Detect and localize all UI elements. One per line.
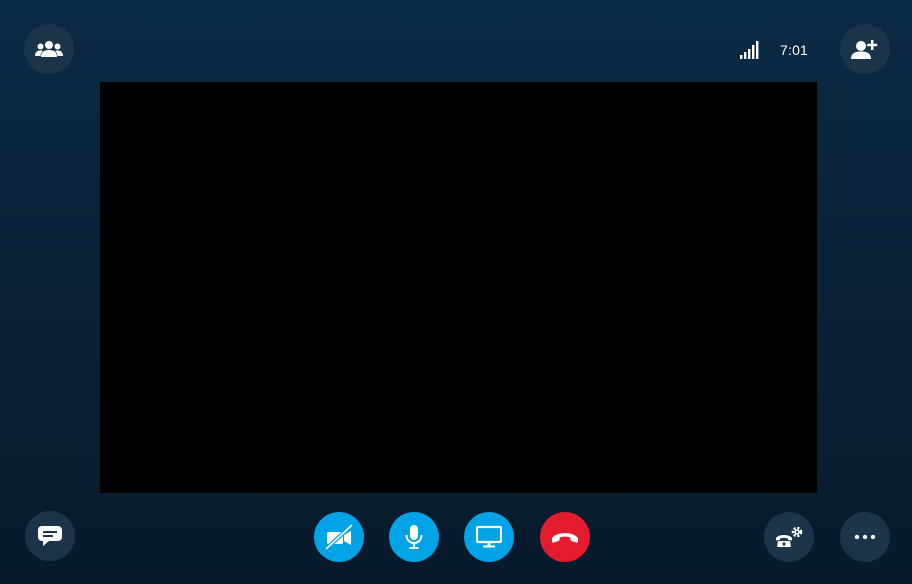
chat-icon xyxy=(38,525,62,547)
signal-strength-icon xyxy=(740,41,760,59)
participants-button[interactable] xyxy=(24,24,74,74)
screen-share-button[interactable] xyxy=(464,512,514,562)
video-area xyxy=(100,82,817,493)
call-settings-icon xyxy=(774,525,804,549)
end-call-button[interactable] xyxy=(540,512,590,562)
call-time: 7:01 xyxy=(780,42,809,58)
call-status: 7:01 xyxy=(740,38,808,62)
more-options-icon xyxy=(854,534,876,540)
call-window: 7:01 xyxy=(0,0,912,584)
chat-button[interactable] xyxy=(25,511,75,561)
end-call-icon xyxy=(551,529,579,545)
video-off-icon xyxy=(322,522,356,552)
add-person-icon xyxy=(851,38,879,60)
call-settings-button[interactable] xyxy=(764,512,814,562)
microphone-icon xyxy=(404,524,424,550)
participants-icon xyxy=(35,39,63,59)
add-person-button[interactable] xyxy=(840,24,890,74)
screen-share-icon xyxy=(476,525,502,549)
more-options-button[interactable] xyxy=(840,512,890,562)
video-toggle-button[interactable] xyxy=(314,512,364,562)
microphone-button[interactable] xyxy=(389,512,439,562)
